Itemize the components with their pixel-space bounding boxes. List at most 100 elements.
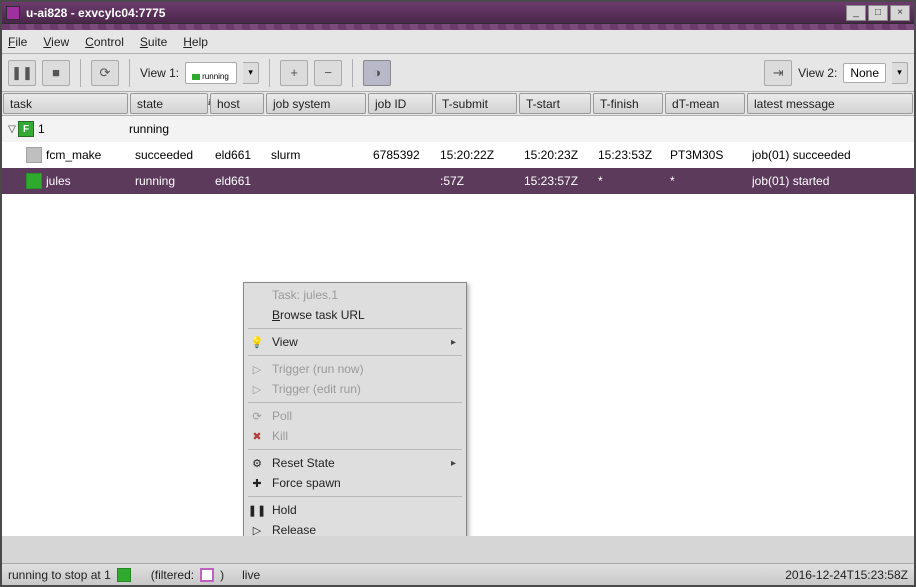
col-job-id[interactable]: job ID	[368, 93, 433, 114]
col-t-start[interactable]: T-start	[519, 93, 591, 114]
col-latest-message[interactable]: latest message	[747, 93, 913, 114]
add-view-button[interactable]: +	[280, 60, 308, 86]
cell-state: succeeded	[135, 148, 215, 162]
status-filtered-label: (filtered:	[151, 568, 194, 582]
cell-dt-mean: *	[670, 174, 752, 188]
cm-view[interactable]: 💡 View ▸	[244, 332, 466, 352]
col-job-system[interactable]: job system	[266, 93, 366, 114]
play-icon: ▷	[250, 362, 264, 376]
gear-icon: ⚙	[250, 456, 264, 470]
tree-row-family[interactable]: ▽ F 1 running	[2, 116, 914, 142]
cell-t-start: 15:20:23Z	[524, 148, 598, 162]
bulb-icon: 💡	[250, 335, 264, 349]
cell-t-submit: :57Z	[440, 174, 524, 188]
cm-sep	[248, 328, 462, 329]
refresh-icon: ⟳	[250, 409, 264, 423]
cm-release[interactable]: ▷ Release	[244, 520, 466, 536]
col-host[interactable]: host	[210, 93, 264, 114]
status-live: live	[242, 568, 260, 582]
cell-t-finish: 15:23:53Z	[598, 148, 670, 162]
toolbar: ❚❚ ■ ⟳ View 1: running failed... ▾ + − ◑…	[2, 54, 914, 92]
cm-hold[interactable]: ❚❚ Hold	[244, 500, 466, 520]
cell-state: running	[129, 122, 209, 136]
plus-icon: ✚	[250, 476, 264, 490]
context-menu: Task: jules.1 Browse task URL 💡 View ▸ ▷…	[243, 282, 467, 536]
column-headers: task state host job system job ID T-subm…	[2, 92, 914, 116]
col-t-submit[interactable]: T-submit	[435, 93, 517, 114]
cell-task: 1	[38, 122, 129, 136]
toolbar-sep	[80, 59, 81, 87]
col-task[interactable]: task	[3, 93, 128, 114]
cm-sep	[248, 496, 462, 497]
cm-reset-state[interactable]: ⚙ Reset State ▸	[244, 453, 466, 473]
cell-latest-message: job(01) started	[752, 174, 910, 188]
minimize-button[interactable]: _	[846, 5, 866, 21]
app-icon	[6, 6, 20, 20]
cm-browse-task-url[interactable]: Browse task URL	[244, 305, 466, 325]
remove-view-button[interactable]: −	[314, 60, 342, 86]
cm-header: Task: jules.1	[244, 285, 466, 305]
reload-button[interactable]: ⟳	[91, 60, 119, 86]
state-swatch-running	[26, 173, 42, 189]
cell-t-submit: 15:20:22Z	[440, 148, 524, 162]
view2-nav-button[interactable]: ⇥	[764, 60, 792, 86]
status-running-swatch	[117, 568, 131, 582]
maximize-button[interactable]: □	[868, 5, 888, 21]
tree-row-task-selected[interactable]: jules running eld661 :57Z 15:23:57Z * * …	[2, 168, 914, 194]
play-icon: ▷	[250, 382, 264, 396]
cell-t-finish: *	[598, 174, 670, 188]
cm-trigger-run: ▷ Trigger (run now)	[244, 359, 466, 379]
toolbar-sep	[129, 59, 130, 87]
col-t-finish[interactable]: T-finish	[593, 93, 663, 114]
view1-dropdown[interactable]: ▾	[243, 62, 259, 84]
task-tree[interactable]: ▽ F 1 running fcm_make succeeded eld661 …	[2, 116, 914, 536]
x-icon: ✖	[250, 429, 264, 443]
cell-state: running	[135, 174, 215, 188]
window-titlebar: u-ai828 - exvcylc04:7775 _ □ ×	[2, 2, 914, 24]
cell-dt-mean: PT3M30S	[670, 148, 752, 162]
view2-value[interactable]: None	[843, 63, 886, 83]
cell-host: eld661	[215, 148, 271, 162]
col-state[interactable]: state	[130, 93, 208, 114]
cell-job-system: slurm	[271, 148, 373, 162]
expander-icon[interactable]: ▽	[6, 124, 18, 135]
cm-trigger-edit: ▷ Trigger (edit run)	[244, 379, 466, 399]
status-filtered-close: )	[220, 568, 224, 582]
cell-task: fcm_make	[46, 148, 135, 162]
menu-view[interactable]: View	[43, 35, 69, 49]
pause-button[interactable]: ❚❚	[8, 60, 36, 86]
cm-sep	[248, 355, 462, 356]
cell-job-id: 6785392	[373, 148, 440, 162]
toolbar-sep	[352, 59, 353, 87]
filter-indicator-icon	[200, 568, 214, 582]
cell-t-start: 15:23:57Z	[524, 174, 598, 188]
toolbar-sep	[269, 59, 270, 87]
close-button[interactable]: ×	[890, 5, 910, 21]
cm-force-spawn[interactable]: ✚ Force spawn	[244, 473, 466, 493]
cm-sep	[248, 449, 462, 450]
col-dt-mean[interactable]: dT-mean	[665, 93, 745, 114]
stop-button[interactable]: ■	[42, 60, 70, 86]
tree-row-task[interactable]: fcm_make succeeded eld661 slurm 6785392 …	[2, 142, 914, 168]
view2-dropdown[interactable]: ▾	[892, 62, 908, 84]
running-swatch	[192, 74, 200, 80]
menubar: File View Control Suite Help	[2, 30, 914, 54]
layout-toggle-button[interactable]: ◑	[363, 60, 391, 86]
menu-suite[interactable]: Suite	[140, 35, 167, 49]
pause-icon: ❚❚	[250, 503, 264, 517]
cm-poll: ⟳ Poll	[244, 406, 466, 426]
view1-label: View 1:	[140, 66, 179, 80]
cm-kill: ✖ Kill	[244, 426, 466, 446]
window-title: u-ai828 - exvcylc04:7775	[26, 6, 165, 20]
cell-task: jules	[46, 174, 135, 188]
cell-latest-message: job(01) succeeded	[752, 148, 910, 162]
cm-sep	[248, 402, 462, 403]
submenu-arrow-icon: ▸	[451, 337, 456, 348]
submenu-arrow-icon: ▸	[451, 458, 456, 469]
menu-control[interactable]: Control	[85, 35, 124, 49]
view1-legend[interactable]: running failed...	[185, 62, 237, 84]
status-timestamp: 2016-12-24T15:23:58Z	[785, 568, 908, 582]
state-swatch-succeeded	[26, 147, 42, 163]
menu-file[interactable]: File	[8, 35, 27, 49]
menu-help[interactable]: Help	[183, 35, 208, 49]
